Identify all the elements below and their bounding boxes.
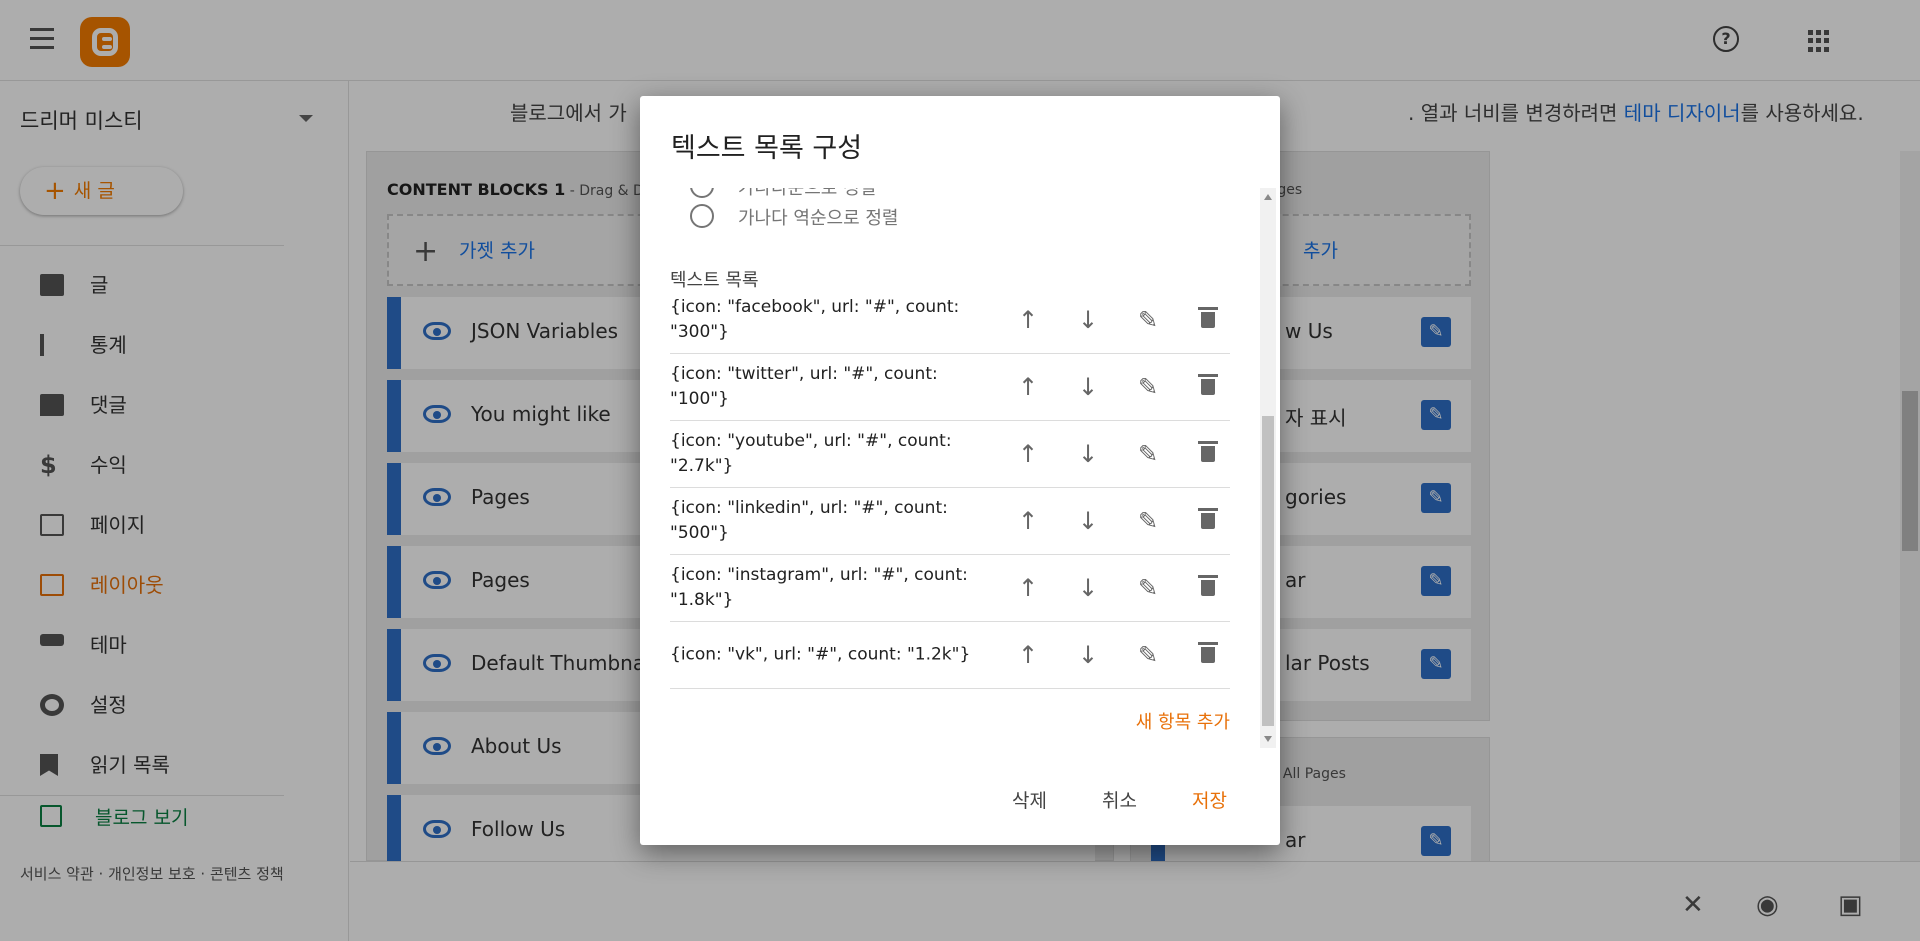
cancel-button[interactable]: 취소 xyxy=(1102,786,1137,813)
radio-button[interactable] xyxy=(690,188,714,198)
edit-pencil-icon[interactable]: ✎ xyxy=(1135,374,1161,400)
save-button[interactable]: 저장 xyxy=(1192,786,1227,813)
delete-button[interactable]: 삭제 xyxy=(1012,786,1047,813)
dialog-title: 텍스트 목록 구성 xyxy=(671,133,863,164)
radio-button[interactable] xyxy=(690,204,714,228)
list-item: {icon: "linkedin", url: "#", count: "500… xyxy=(670,488,1230,555)
list-item: {icon: "facebook", url: "#", count: "300… xyxy=(670,287,1230,354)
arrow-up-icon[interactable]: ↑ xyxy=(1015,441,1041,467)
arrow-up-icon[interactable]: ↑ xyxy=(1015,642,1041,668)
trash-icon[interactable] xyxy=(1195,441,1221,467)
arrow-down-icon[interactable]: ↓ xyxy=(1075,575,1101,601)
edit-pencil-icon[interactable]: ✎ xyxy=(1135,642,1161,668)
add-item-button[interactable]: 새 항목 추가 xyxy=(1136,708,1230,734)
arrow-down-icon[interactable]: ↓ xyxy=(1075,374,1101,400)
dialog-scroll-area[interactable]: 가나다순으로 정렬 가나다 역순으로 정렬 텍스트 목록 {icon: "fac… xyxy=(640,188,1280,748)
arrow-up-icon[interactable]: ↑ xyxy=(1015,307,1041,333)
trash-icon[interactable] xyxy=(1195,575,1221,601)
list-item: {icon: "instagram", url: "#", count: "1.… xyxy=(670,555,1230,622)
arrow-down-icon[interactable]: ↓ xyxy=(1075,642,1101,668)
edit-pencil-icon[interactable]: ✎ xyxy=(1135,441,1161,467)
scroll-down-icon[interactable] xyxy=(1264,736,1272,742)
text-list-dialog: 텍스트 목록 구성 가나다순으로 정렬 가나다 역순으로 정렬 텍스트 목록 {… xyxy=(640,96,1280,845)
trash-icon[interactable] xyxy=(1195,642,1221,668)
arrow-down-icon[interactable]: ↓ xyxy=(1075,508,1101,534)
arrow-up-icon[interactable]: ↑ xyxy=(1015,374,1041,400)
edit-pencil-icon[interactable]: ✎ xyxy=(1135,575,1161,601)
edit-pencil-icon[interactable]: ✎ xyxy=(1135,307,1161,333)
trash-icon[interactable] xyxy=(1195,374,1221,400)
scrollbar-thumb[interactable] xyxy=(1262,416,1274,726)
arrow-down-icon[interactable]: ↓ xyxy=(1075,307,1101,333)
arrow-up-icon[interactable]: ↑ xyxy=(1015,575,1041,601)
trash-icon[interactable] xyxy=(1195,508,1221,534)
scroll-up-icon[interactable] xyxy=(1264,194,1272,200)
edit-pencil-icon[interactable]: ✎ xyxy=(1135,508,1161,534)
list-item: {icon: "youtube", url: "#", count: "2.7k… xyxy=(670,421,1230,488)
trash-icon[interactable] xyxy=(1195,307,1221,333)
dialog-scrollbar[interactable] xyxy=(1260,188,1276,748)
list-item: {icon: "twitter", url: "#", count: "100"… xyxy=(670,354,1230,421)
list-item: {icon: "vk", url: "#", count: "1.2k"} ↑ … xyxy=(670,622,1230,689)
arrow-up-icon[interactable]: ↑ xyxy=(1015,508,1041,534)
arrow-down-icon[interactable]: ↓ xyxy=(1075,441,1101,467)
